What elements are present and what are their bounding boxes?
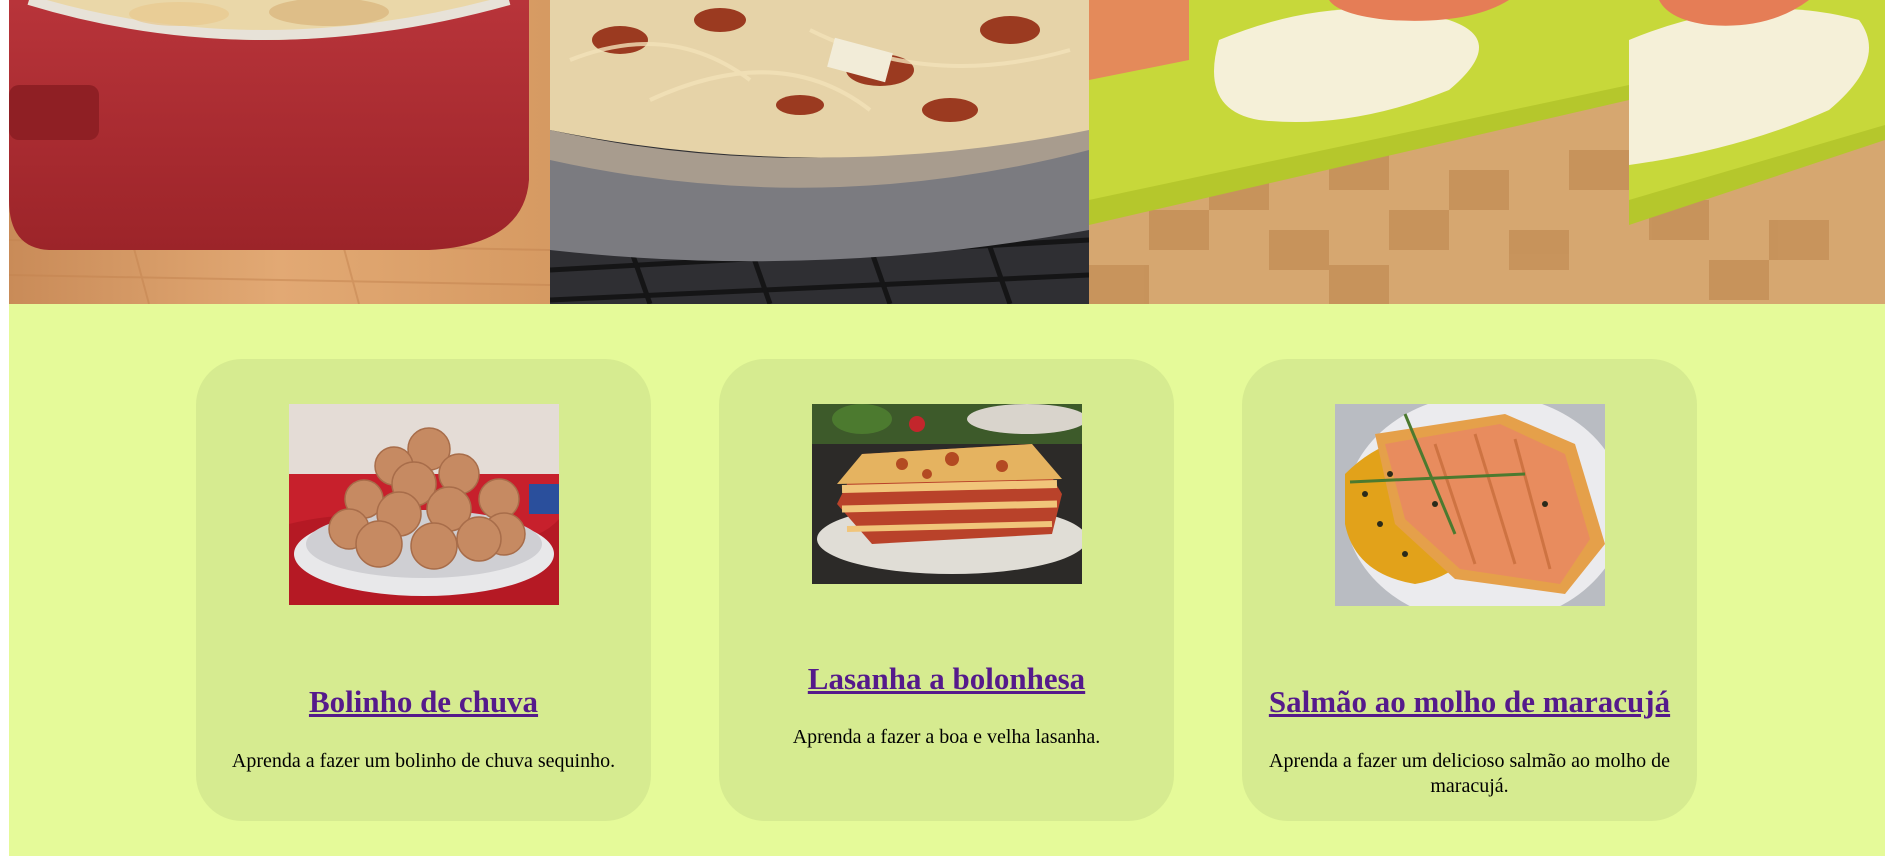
recipe-card-salmao: Salmão ao molho de maracujá Aprenda a fa… — [1242, 359, 1697, 821]
recipe-description: Aprenda a fazer um delicioso salmão ao m… — [1269, 750, 1670, 797]
recipe-description: Aprenda a fazer um bolinho de chuva sequ… — [231, 750, 616, 772]
hero-banner — [9, 0, 1885, 304]
recipe-card-lasanha: Lasanha a bolonhesa Aprenda a fazer a bo… — [719, 359, 1174, 821]
recipe-description: Aprenda a fazer a boa e velha lasanha. — [792, 726, 1101, 748]
recipe-title-link[interactable]: Lasanha a bolonhesa — [719, 661, 1174, 697]
recipe-title-link[interactable]: Salmão ao molho de maracujá — [1242, 684, 1697, 720]
recipe-title-link[interactable]: Bolinho de chuva — [196, 684, 651, 720]
hero-image-salmon — [1089, 0, 1629, 304]
recipes-page: Bolinho de chuva Aprenda a fazer um boli… — [9, 0, 1885, 856]
hero-image-salmon-cropped — [1629, 0, 1885, 304]
salmon-passionfruit-photo[interactable] — [1335, 404, 1605, 606]
hero-image-carbonara — [550, 0, 1089, 304]
lasagna-photo[interactable] — [812, 404, 1082, 584]
hero-image-casserole — [9, 0, 550, 304]
recipe-card-bolinho: Bolinho de chuva Aprenda a fazer um boli… — [196, 359, 651, 821]
rain-cookies-photo[interactable] — [289, 404, 559, 605]
